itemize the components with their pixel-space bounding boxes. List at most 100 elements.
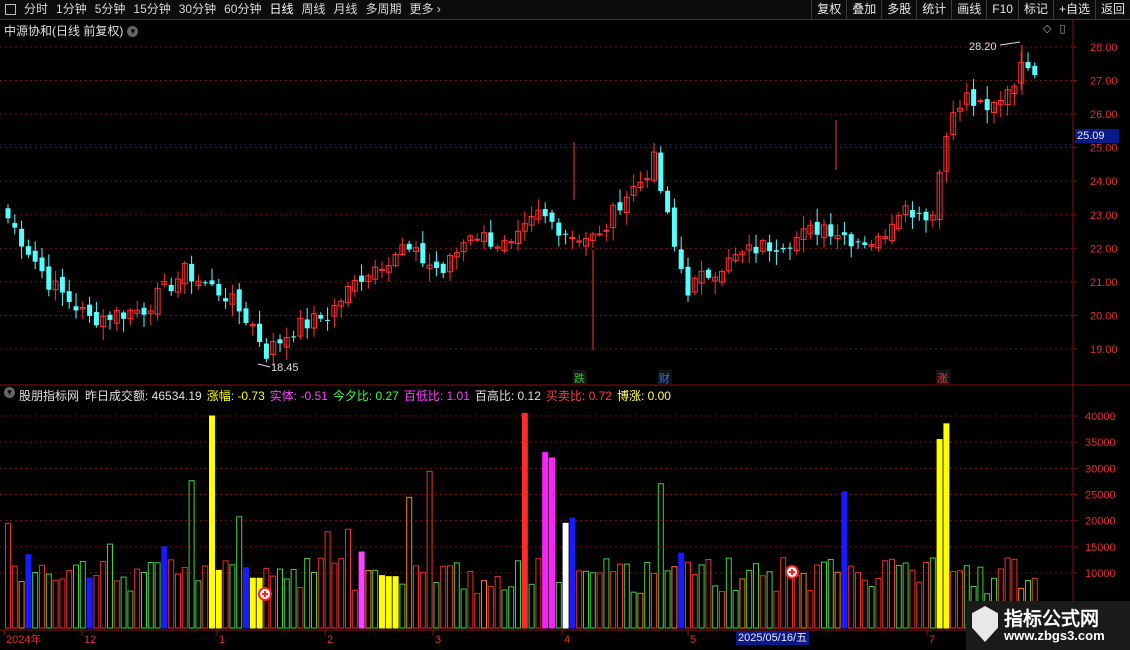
volume-bar — [474, 592, 481, 629]
candle-body-down — [73, 306, 79, 311]
high-price-label: 28.20 — [969, 41, 997, 53]
volume-bar — [351, 589, 358, 629]
chevron-down-icon[interactable]: ▾ — [4, 387, 15, 398]
candle-body-down — [671, 207, 677, 247]
candle-body-down — [923, 211, 929, 221]
indicator-field-0: 昨日成交额: 46534.19 — [85, 389, 202, 403]
volume-bar — [841, 491, 848, 629]
volume-bar — [834, 571, 841, 629]
candle-body-down — [87, 304, 93, 316]
candle-body-down — [787, 247, 793, 249]
candle-body-down — [814, 221, 820, 235]
volume-bar — [93, 575, 100, 629]
candle-body-down — [19, 228, 25, 247]
volume-bar — [780, 557, 787, 629]
price-tick-label: 21.00 — [1090, 277, 1118, 289]
candle-body-up — [644, 178, 651, 181]
indicator-name[interactable]: 股朋指标网 — [19, 387, 79, 404]
candle-body-down — [202, 282, 208, 284]
candle-body-down — [46, 266, 52, 290]
volume-bar — [385, 576, 392, 629]
volume-bar — [120, 576, 127, 629]
volume-bar — [338, 558, 345, 629]
volume-bar — [290, 569, 297, 629]
volume-bar — [732, 589, 739, 629]
price-tick-label: 24.00 — [1090, 176, 1118, 188]
volume-bar — [603, 558, 610, 629]
volume-bar — [943, 423, 950, 629]
volume-bar — [195, 580, 202, 629]
volume-bar — [535, 558, 542, 629]
candle-body-up — [977, 100, 984, 103]
candle-body-down — [216, 283, 222, 296]
volume-bar — [202, 565, 209, 629]
candle-body-down — [862, 242, 868, 245]
volume-bar — [814, 564, 821, 629]
volume-bar — [243, 567, 249, 629]
volume-bar — [827, 558, 834, 629]
volume-bar — [766, 571, 773, 629]
volume-bar — [113, 580, 120, 629]
volume-bar — [345, 528, 351, 629]
candle-body-down — [855, 241, 861, 243]
indicator-title-bar: ▾ 股朋指标网 昨日成交额: 46534.19 涨幅: -0.73 实体: -0.5… — [4, 387, 676, 404]
price-tick-label: 28.00 — [1090, 42, 1118, 54]
low-pointer-line — [257, 363, 271, 368]
volume-bar — [957, 570, 963, 629]
volume-bar — [141, 572, 147, 629]
price-tick-label: 22.00 — [1090, 243, 1118, 255]
volume-bar — [773, 590, 780, 629]
time-axis-label: 2024年 — [6, 632, 41, 646]
volume-tick-label: 15000 — [1085, 542, 1116, 554]
candle-body-down — [107, 314, 113, 320]
volume-bar — [787, 573, 793, 629]
candle-body-down — [59, 276, 65, 293]
indicator-field-3: 今夕比: 0.27 — [332, 389, 399, 403]
candle-body-down — [32, 250, 38, 262]
volume-tick-label: 20000 — [1085, 516, 1116, 528]
volume-bar — [651, 572, 657, 629]
volume-bar — [440, 565, 447, 629]
volume-bar — [379, 575, 385, 629]
volume-bar — [413, 565, 419, 629]
candle-body-down — [971, 89, 977, 106]
volume-bar — [304, 557, 311, 629]
volume-bar — [18, 581, 25, 629]
candle-body-down — [909, 210, 915, 218]
current-price-tag: 25.09 — [1075, 129, 1119, 143]
candle-body-down — [665, 190, 671, 213]
candle-body-down — [93, 312, 99, 326]
volume-tick-label: 10000 — [1085, 568, 1116, 580]
volume-bar — [589, 572, 596, 629]
volume-bar — [807, 590, 814, 629]
candle-body-down — [563, 233, 569, 235]
candle-body-down — [189, 263, 195, 282]
volume-bar — [800, 572, 807, 629]
volume-bar — [32, 572, 39, 629]
volume-bar — [868, 586, 875, 629]
volume-bar — [555, 581, 562, 629]
candle-body-down — [257, 323, 263, 343]
volume-bar — [270, 575, 277, 629]
time-axis-label: 1 — [219, 634, 225, 646]
volume-bar — [685, 561, 691, 629]
volume-bar — [107, 543, 113, 629]
volume-bar — [236, 516, 243, 629]
volume-bar — [39, 564, 45, 629]
volume-bar — [610, 571, 617, 629]
low-price-label: 18.45 — [271, 362, 299, 374]
price-tick-label: 20.00 — [1090, 310, 1118, 322]
price-tick-label: 25.00 — [1090, 143, 1118, 155]
candle-body-up — [474, 238, 481, 241]
volume-bar — [950, 571, 957, 629]
candle-body-down — [209, 280, 215, 285]
chart-canvas[interactable]: 28.00 27.00 26.00 25.00 24.00 23.00 22.00 21.00… — [0, 0, 1130, 650]
candle-body-down — [916, 212, 922, 214]
volume-bar — [583, 570, 589, 629]
volume-bar — [861, 579, 868, 629]
volume-bar — [467, 570, 474, 629]
volume-bar — [562, 522, 569, 629]
candle-body-up — [569, 237, 576, 240]
candle-body-down — [277, 339, 283, 344]
candles — [5, 45, 1038, 366]
